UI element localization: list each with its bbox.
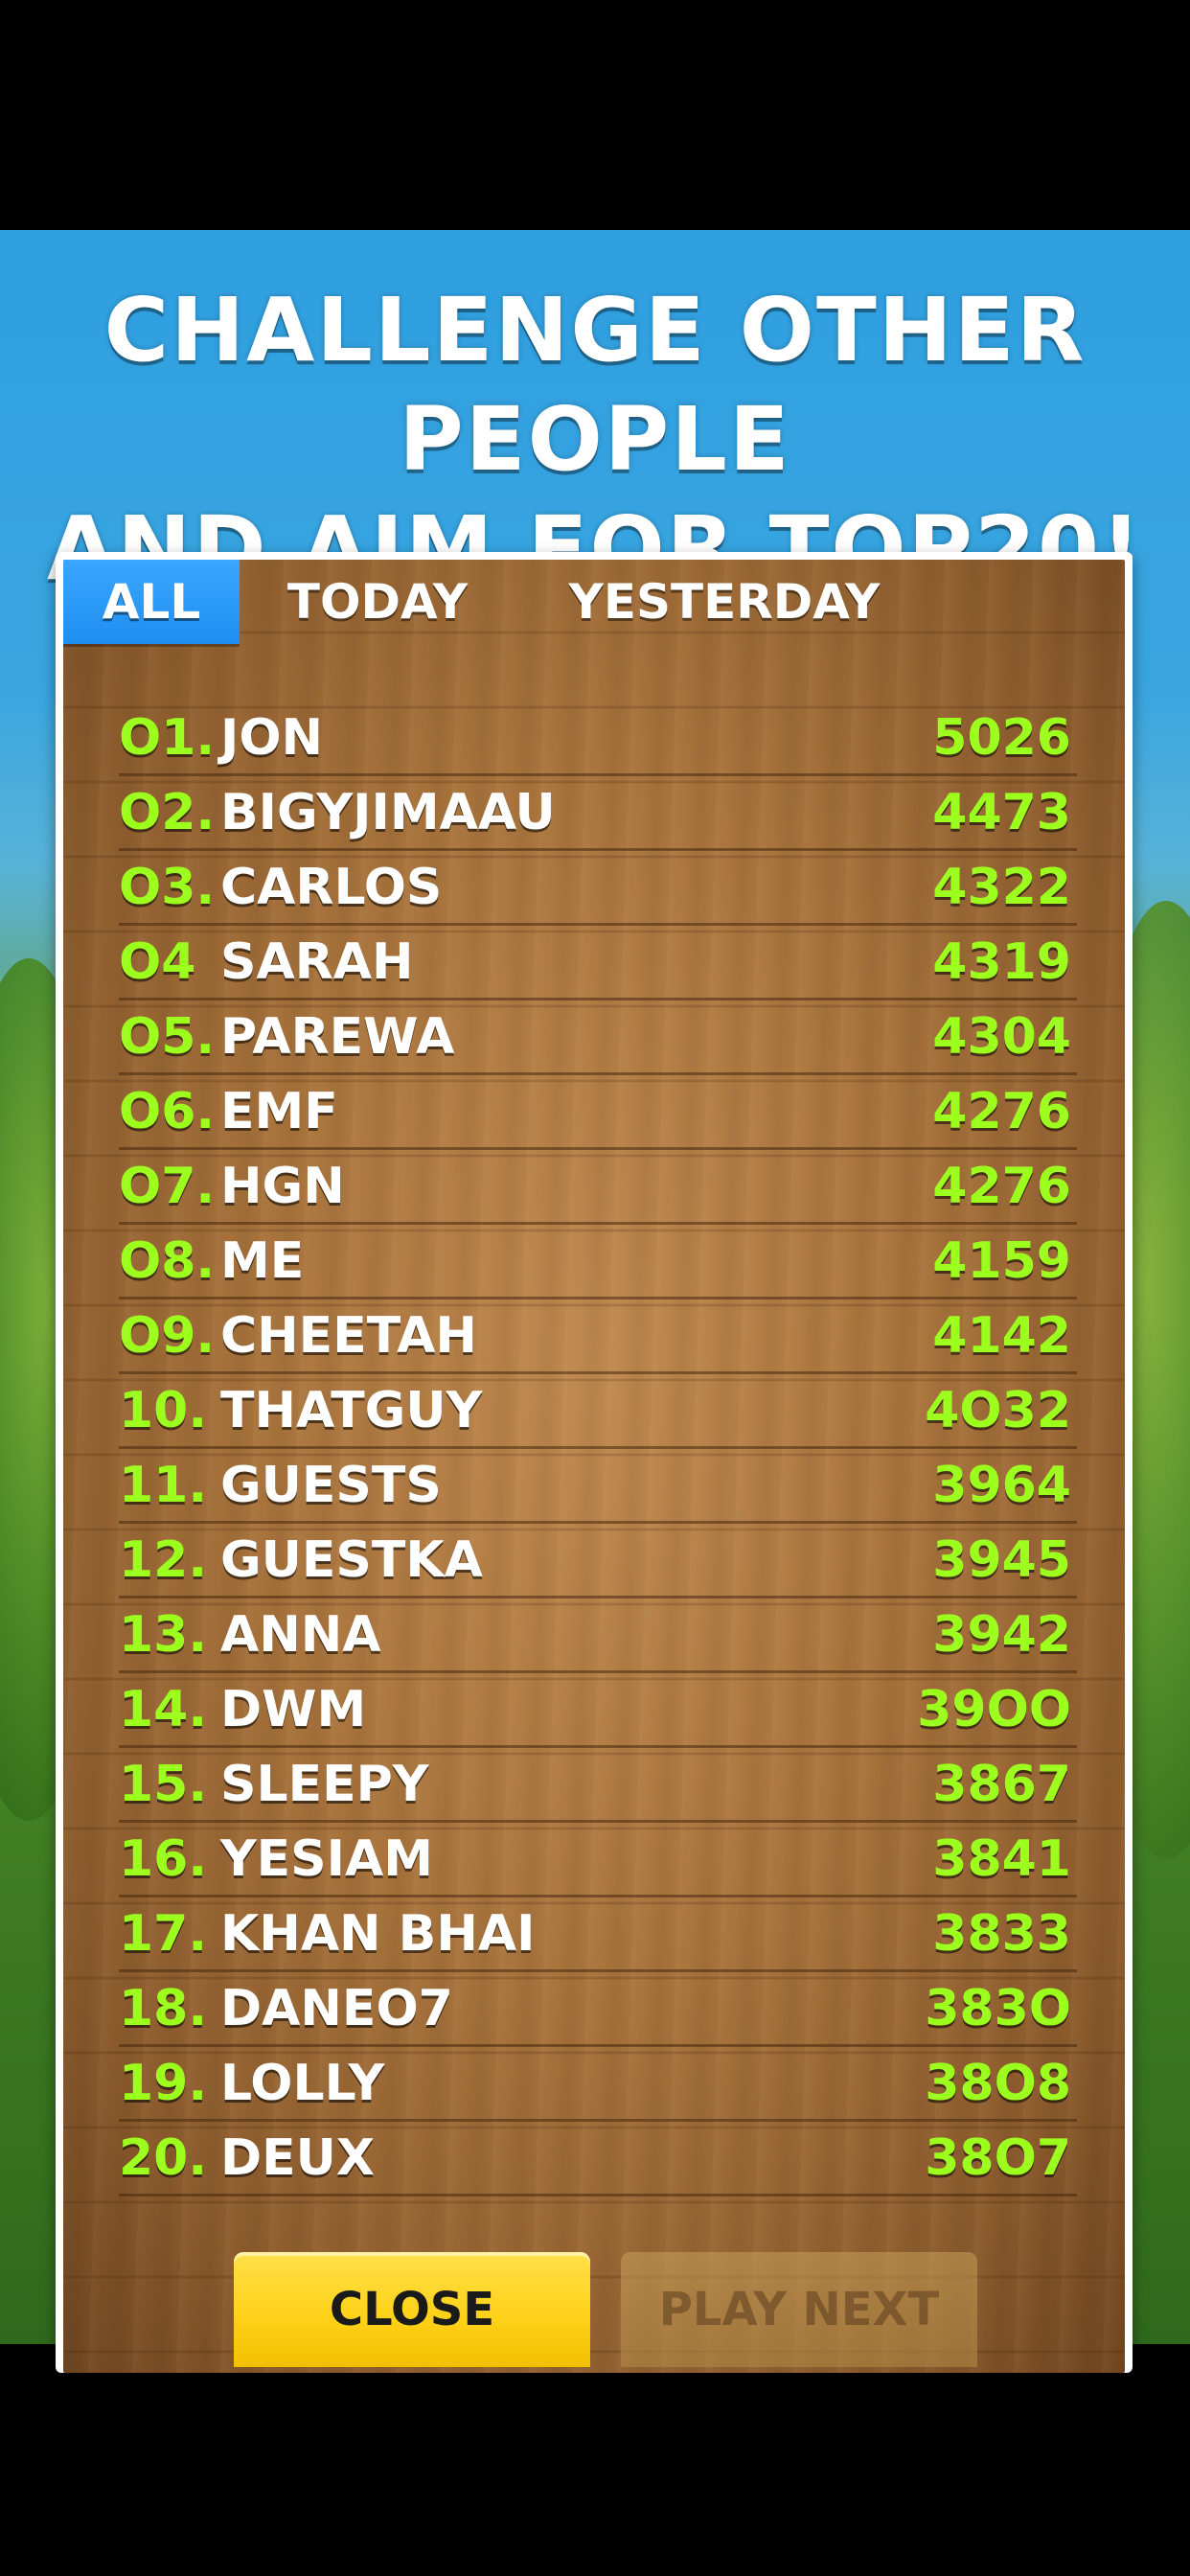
row-rank: 16. [119, 1830, 208, 1888]
row-rank: 17. [119, 1905, 208, 1963]
row-score: 3942 [932, 1606, 1071, 1664]
row-score: 4159 [932, 1232, 1071, 1290]
tab-all[interactable]: ALL [63, 560, 240, 644]
row-rank: O4 [119, 933, 196, 991]
row-player-name: PAREWA [220, 1008, 455, 1066]
row-player-name: ME [220, 1232, 305, 1290]
leaderboard-list: O1. JON 5026 O2. BIGYJIMAAU 4473 O3. CARLOS 4322… [119, 702, 1077, 2196]
leaderboard-row: O3. CARLOS 4322 [119, 851, 1077, 926]
row-score: 4473 [932, 784, 1071, 841]
row-player-name: EMF [220, 1083, 338, 1140]
leaderboard-row: O8. ME 4159 [119, 1225, 1077, 1300]
leaderboard-row: 14. DWM 39OO [119, 1673, 1077, 1748]
row-score: 383O [925, 1980, 1071, 2037]
leaderboard-row: 15. SLEEPY 3867 [119, 1748, 1077, 1823]
leaderboard-row: O9. CHEETAH 4142 [119, 1300, 1077, 1374]
row-rank: 20. [119, 2129, 208, 2187]
row-rank: 14. [119, 1681, 208, 1738]
row-rank: 19. [119, 2055, 208, 2112]
row-rank: 18. [119, 1980, 208, 2037]
row-player-name: YESIAM [220, 1830, 433, 1888]
wooden-board: ALL TODAY YESTERDAY O1. JON 5026 O2. BIGYJIM… [63, 560, 1125, 2373]
tab-yesterday[interactable]: YESTERDAY [561, 560, 887, 644]
row-score: 4O32 [925, 1382, 1071, 1439]
row-score: 3841 [932, 1830, 1071, 1888]
row-rank: O5. [119, 1008, 216, 1066]
leaderboard-row: O4 SARAH 4319 [119, 926, 1077, 1000]
row-rank: 15. [119, 1756, 208, 1813]
row-player-name: HGN [220, 1158, 345, 1215]
leaderboard-panel: ALL TODAY YESTERDAY O1. JON 5026 O2. BIGYJIM… [56, 552, 1133, 2373]
row-player-name: DWM [220, 1681, 367, 1738]
row-rank: O7. [119, 1158, 216, 1215]
leaderboard-row: O5. PAREWA 4304 [119, 1000, 1077, 1075]
close-button[interactable]: CLOSE [234, 2252, 590, 2367]
row-player-name: GUESTS [220, 1457, 442, 1514]
row-score: 5026 [932, 709, 1071, 767]
row-rank: O8. [119, 1232, 216, 1290]
row-player-name: SARAH [220, 933, 414, 991]
action-buttons: CLOSE PLAY NEXT [63, 2252, 1125, 2367]
row-score: 38O8 [925, 2055, 1071, 2112]
row-rank: 11. [119, 1457, 208, 1514]
row-player-name: KHAN BHAI [220, 1905, 536, 1963]
row-player-name: THATGUY [220, 1382, 483, 1439]
row-player-name: CHEETAH [220, 1307, 477, 1365]
row-player-name: SLEEPY [220, 1756, 429, 1813]
row-score: 3833 [932, 1905, 1071, 1963]
row-score: 38O7 [925, 2129, 1071, 2187]
tab-today[interactable]: TODAY [272, 560, 483, 644]
leaderboard-tabs: ALL TODAY YESTERDAY [63, 560, 1125, 644]
headline-line-1: CHALLENGE OTHER PEOPLE [103, 279, 1087, 491]
leaderboard-row: 16. YESIAM 3841 [119, 1823, 1077, 1898]
row-score: 4304 [932, 1008, 1071, 1066]
row-rank: O1. [119, 709, 216, 767]
row-score: 4276 [932, 1158, 1071, 1215]
leaderboard-row: 11. GUESTS 3964 [119, 1449, 1077, 1524]
leaderboard-row: O6. EMF 4276 [119, 1075, 1077, 1150]
row-rank: O2. [119, 784, 216, 841]
row-score: 4276 [932, 1083, 1071, 1140]
row-score: 4322 [932, 859, 1071, 916]
row-player-name: JON [220, 709, 324, 767]
row-rank: O3. [119, 859, 216, 916]
leaderboard-row: 19. LOLLY 38O8 [119, 2047, 1077, 2122]
row-rank: 13. [119, 1606, 208, 1664]
row-rank: O9. [119, 1307, 216, 1365]
row-player-name: CARLOS [220, 859, 443, 916]
row-rank: O6. [119, 1083, 216, 1140]
row-score: 3945 [932, 1531, 1071, 1589]
leaderboard-row: 10. THATGUY 4O32 [119, 1374, 1077, 1449]
play-next-button[interactable]: PLAY NEXT [621, 2252, 977, 2367]
leaderboard-row: 17. KHAN BHAI 3833 [119, 1898, 1077, 1972]
leaderboard-row: 18. DANEO7 383O [119, 1972, 1077, 2047]
leaderboard-row: O1. JON 5026 [119, 702, 1077, 776]
row-player-name: GUESTKA [220, 1531, 483, 1589]
row-player-name: DEUX [220, 2129, 376, 2187]
leaderboard-row: 20. DEUX 38O7 [119, 2122, 1077, 2196]
leaderboard-row: O2. BIGYJIMAAU 4473 [119, 776, 1077, 851]
row-rank: 10. [119, 1382, 208, 1439]
row-score: 4319 [932, 933, 1071, 991]
row-player-name: BIGYJIMAAU [220, 784, 556, 841]
row-score: 39OO [917, 1681, 1071, 1738]
row-score: 3964 [932, 1457, 1071, 1514]
row-player-name: ANNA [220, 1606, 381, 1664]
leaderboard-row: 13. ANNA 3942 [119, 1598, 1077, 1673]
row-rank: 12. [119, 1531, 208, 1589]
leaderboard-row: 12. GUESTKA 3945 [119, 1524, 1077, 1598]
row-score: 3867 [932, 1756, 1071, 1813]
row-score: 4142 [932, 1307, 1071, 1365]
app-screen: CHALLENGE OTHER PEOPLE AND AIM FOR TOP20… [0, 0, 1190, 2576]
leaderboard-row: O7. HGN 4276 [119, 1150, 1077, 1225]
row-player-name: LOLLY [220, 2055, 385, 2112]
row-player-name: DANEO7 [220, 1980, 453, 2037]
